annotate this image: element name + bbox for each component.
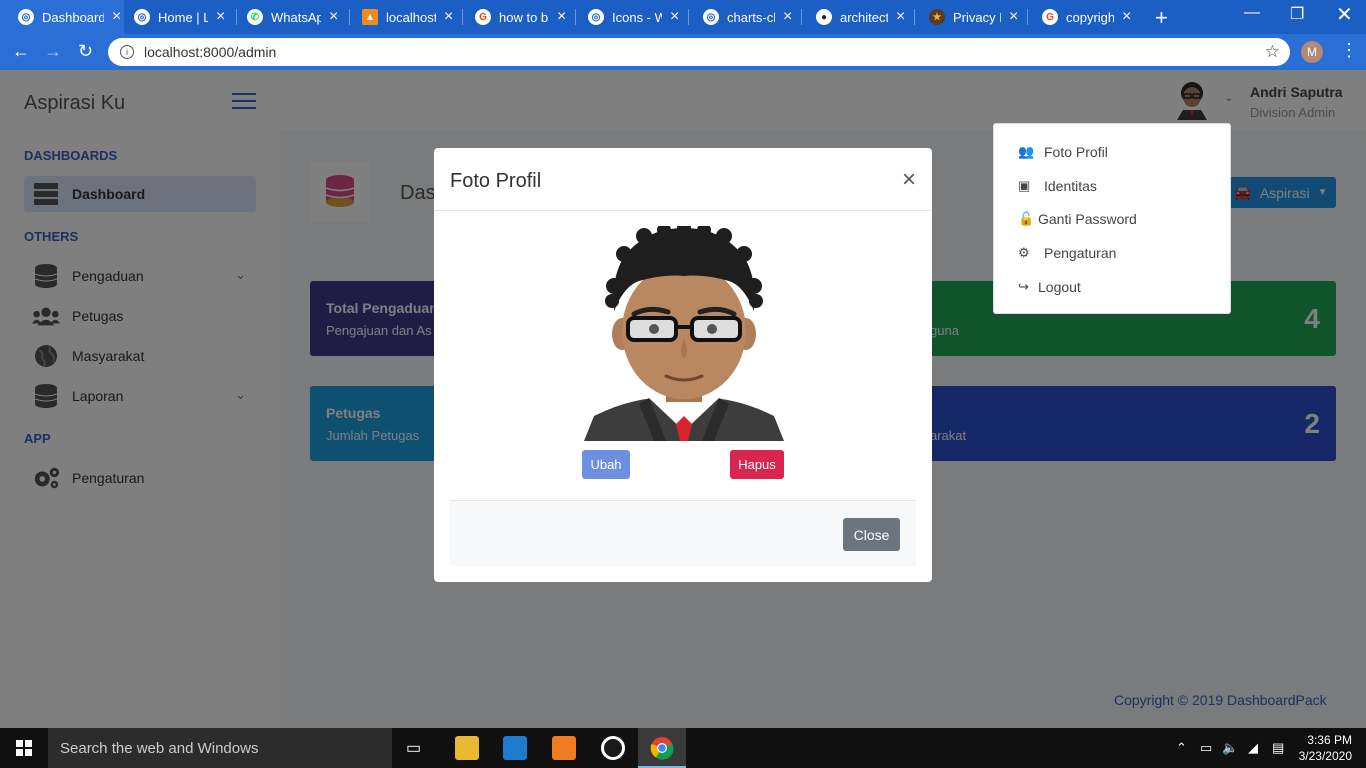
close-tab-icon[interactable]: × bbox=[670, 8, 679, 26]
tab-icons[interactable]: ◎ Icons - W × bbox=[576, 0, 689, 34]
change-photo-button[interactable]: Ubah bbox=[582, 450, 630, 479]
tab-home[interactable]: ◎ Home | L × bbox=[124, 0, 237, 34]
dropdown-item-foto-profil[interactable]: 👥 Foto Profil bbox=[1018, 144, 1108, 160]
close-tab-icon[interactable]: × bbox=[329, 8, 338, 26]
chrome-icon bbox=[650, 737, 674, 760]
users-icon: 👥 bbox=[1018, 144, 1035, 159]
wifi-icon[interactable]: ◢ bbox=[1248, 740, 1258, 756]
delete-photo-button[interactable]: Hapus bbox=[730, 450, 784, 479]
modal-title: Foto Profil bbox=[450, 170, 542, 192]
taskbar-clock[interactable]: 3:36 PM 3/23/2020 bbox=[1299, 732, 1352, 764]
google-icon: G bbox=[1042, 9, 1058, 25]
tab-how-to[interactable]: G how to b × bbox=[463, 0, 576, 34]
browser-menu-icon[interactable]: ⋮ bbox=[1340, 40, 1358, 61]
url-bar[interactable]: i localhost:8000/admin ☆ bbox=[108, 38, 1290, 66]
foto-profil-modal: Foto Profil × Ubah Hapus Close bbox=[434, 148, 932, 582]
maximize-icon[interactable]: ❐ bbox=[1290, 4, 1304, 24]
close-tab-icon[interactable]: × bbox=[112, 8, 121, 26]
close-tab-icon[interactable]: × bbox=[1009, 8, 1018, 26]
volume-icon[interactable]: 🔈 bbox=[1222, 740, 1238, 756]
close-tab-icon[interactable]: × bbox=[783, 8, 792, 26]
back-icon[interactable]: ← bbox=[12, 41, 30, 62]
close-tab-icon[interactable]: × bbox=[896, 8, 905, 26]
chrome-taskbar-button[interactable] bbox=[638, 728, 686, 768]
address-toolbar: ← → ↻ i localhost:8000/admin ☆ bbox=[0, 34, 1366, 70]
dropdown-item-identitas[interactable]: ▣ Identitas bbox=[1018, 178, 1097, 194]
info-icon[interactable]: i bbox=[120, 45, 134, 59]
windows-taskbar: Search the web and Windows ▭ ⌃ ▭ 🔈 ◢ ▤ 3… bbox=[0, 728, 1366, 768]
xampp-icon: ▲ bbox=[362, 9, 378, 25]
close-tab-icon[interactable]: × bbox=[557, 8, 566, 26]
close-window-icon[interactable]: ✕ bbox=[1336, 2, 1353, 27]
record-icon[interactable] bbox=[601, 736, 625, 760]
notification-icon[interactable]: ▤ bbox=[1272, 740, 1284, 756]
tab-localhost[interactable]: ▲ localhost × bbox=[350, 0, 463, 34]
modal-footer: Close bbox=[450, 500, 916, 566]
close-button[interactable]: Close bbox=[843, 518, 900, 551]
tab-dashboard[interactable]: ◎ Dashboard × bbox=[0, 0, 124, 34]
globe-icon: ◎ bbox=[703, 9, 719, 25]
dropdown-item-ganti-password[interactable]: 🔓 Ganti Password bbox=[1018, 211, 1137, 227]
windows-start-icon[interactable] bbox=[16, 740, 32, 756]
battery-icon[interactable]: ▭ bbox=[1200, 740, 1212, 756]
tab-whatsapp[interactable]: ✆ WhatsApp × bbox=[237, 0, 350, 34]
dropdown-item-pengaturan[interactable]: ⚙ Pengaturan bbox=[1018, 245, 1116, 261]
close-tab-icon[interactable]: × bbox=[216, 8, 225, 26]
close-tab-icon[interactable]: × bbox=[1122, 8, 1131, 26]
user-dropdown-menu: 👥 Foto Profil ▣ Identitas 🔓 Ganti Password … bbox=[993, 123, 1231, 314]
vscode-icon[interactable] bbox=[503, 736, 527, 760]
chrome-globe-icon: ◎ bbox=[18, 9, 34, 25]
tab-charts[interactable]: ◎ charts-ch × bbox=[689, 0, 802, 34]
file-explorer-icon[interactable] bbox=[455, 736, 479, 760]
tab-copyright[interactable]: G copyright × bbox=[1028, 0, 1141, 34]
close-tab-icon[interactable]: × bbox=[444, 8, 453, 26]
modal-header: Foto Profil × bbox=[434, 148, 932, 211]
minimize-icon[interactable]: — bbox=[1244, 4, 1260, 22]
id-card-icon: ▣ bbox=[1018, 178, 1031, 193]
globe-icon: ◎ bbox=[588, 9, 604, 25]
globe-icon: ◎ bbox=[134, 9, 150, 25]
whatsapp-icon: ✆ bbox=[247, 9, 263, 25]
browser-profile-avatar[interactable]: M bbox=[1301, 41, 1323, 63]
github-icon: ● bbox=[816, 9, 832, 25]
tab-privacy[interactable]: ★ Privacy Po × bbox=[915, 0, 1028, 34]
reload-icon[interactable]: ↻ bbox=[78, 41, 93, 62]
tab-architecture[interactable]: ● architectu × bbox=[802, 0, 915, 34]
dropdown-item-logout[interactable]: ↪ Logout bbox=[1018, 279, 1081, 295]
google-icon: G bbox=[475, 9, 491, 25]
bookmark-star-icon[interactable]: ☆ bbox=[1265, 42, 1280, 62]
new-tab-button[interactable]: + bbox=[1155, 5, 1168, 31]
close-icon[interactable]: × bbox=[902, 166, 916, 194]
url-text[interactable]: localhost:8000/admin bbox=[144, 44, 276, 60]
forward-icon[interactable]: → bbox=[44, 41, 62, 62]
gears-icon: ⚙ bbox=[1018, 245, 1030, 260]
chevron-up-icon[interactable]: ⌃ bbox=[1176, 740, 1187, 756]
unlock-icon: 🔓 bbox=[1018, 211, 1035, 226]
xampp-icon[interactable] bbox=[552, 736, 576, 760]
profile-photo bbox=[584, 226, 784, 441]
star-badge-icon: ★ bbox=[929, 9, 945, 25]
browser-tab-bar: ◎ Dashboard × ◎ Home | L × ✆ WhatsApp × … bbox=[0, 0, 1366, 34]
taskbar-search-input[interactable]: Search the web and Windows bbox=[48, 728, 392, 768]
task-view-icon[interactable]: ▭ bbox=[406, 738, 421, 758]
sign-out-icon: ↪ bbox=[1018, 279, 1029, 294]
